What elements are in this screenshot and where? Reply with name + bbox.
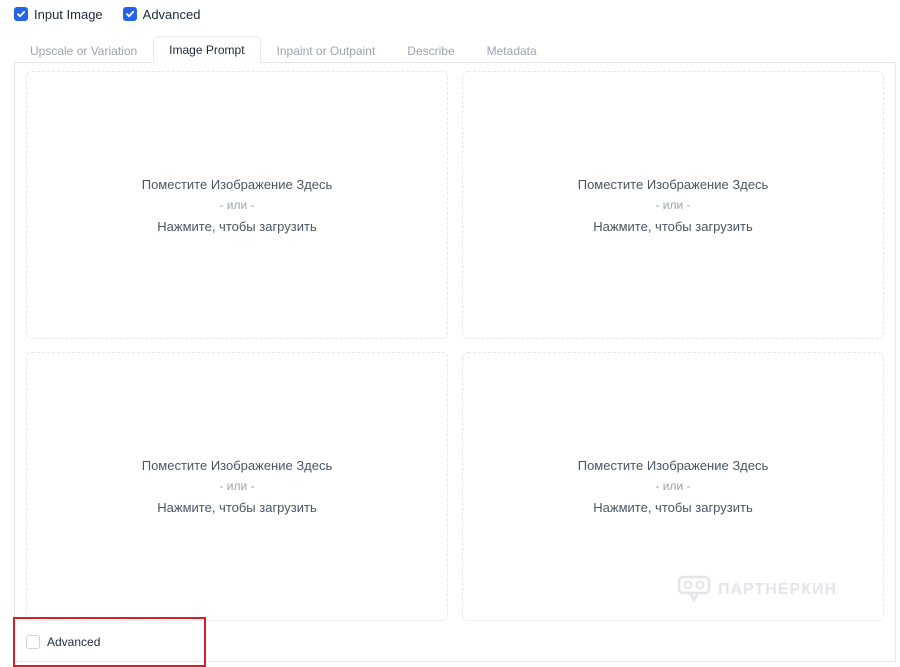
tab-inpaint-or-outpaint[interactable]: Inpaint or Outpaint <box>261 37 392 63</box>
advanced-bottom-checkbox[interactable]: Advanced <box>26 635 100 649</box>
checkbox-checked-icon[interactable] <box>122 7 137 21</box>
advanced-label: Advanced <box>142 6 201 22</box>
top-options: Input Image Advanced <box>14 5 200 23</box>
input-image-label: Input Image <box>34 6 103 22</box>
advanced-checkbox[interactable]: Advanced <box>122 6 201 22</box>
tab-image-prompt[interactable]: Image Prompt <box>153 36 261 63</box>
tab-bar: Upscale or Variation Image Prompt Inpain… <box>14 36 553 63</box>
advanced-bottom-label: Advanced <box>47 635 101 649</box>
tab-metadata[interactable]: Metadata <box>471 37 553 63</box>
checkbox-unchecked-icon[interactable] <box>26 635 40 649</box>
tab-panel-image-prompt <box>14 62 896 662</box>
tab-upscale-or-variation[interactable]: Upscale or Variation <box>14 37 153 63</box>
input-image-checkbox[interactable]: Input Image <box>14 7 103 22</box>
tab-describe[interactable]: Describe <box>391 37 470 63</box>
checkbox-checked-icon[interactable] <box>14 7 28 21</box>
